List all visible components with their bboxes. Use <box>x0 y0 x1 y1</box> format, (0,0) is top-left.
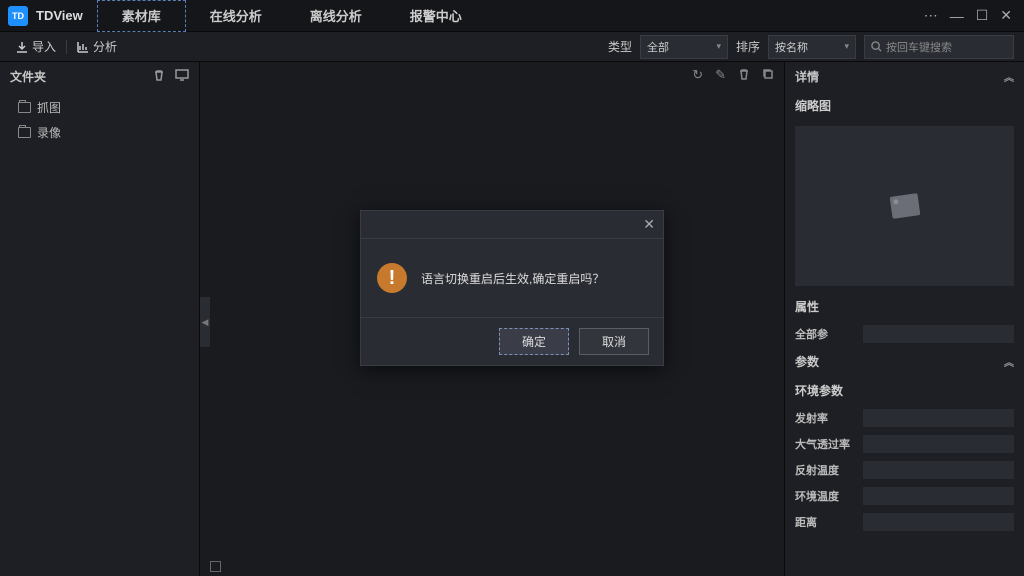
dialog-message: 语言切换重启后生效,确定重启吗？ <box>421 270 604 287</box>
warning-icon: ! <box>377 263 407 293</box>
dialog-close-icon[interactable]: ✕ <box>643 216 655 233</box>
dialog-mask: ✕ ! 语言切换重启后生效,确定重启吗？ 确定 取消 <box>0 0 1024 576</box>
cancel-button[interactable]: 取消 <box>579 328 649 355</box>
confirm-dialog: ✕ ! 语言切换重启后生效,确定重启吗？ 确定 取消 <box>360 210 664 366</box>
ok-button[interactable]: 确定 <box>499 328 569 355</box>
